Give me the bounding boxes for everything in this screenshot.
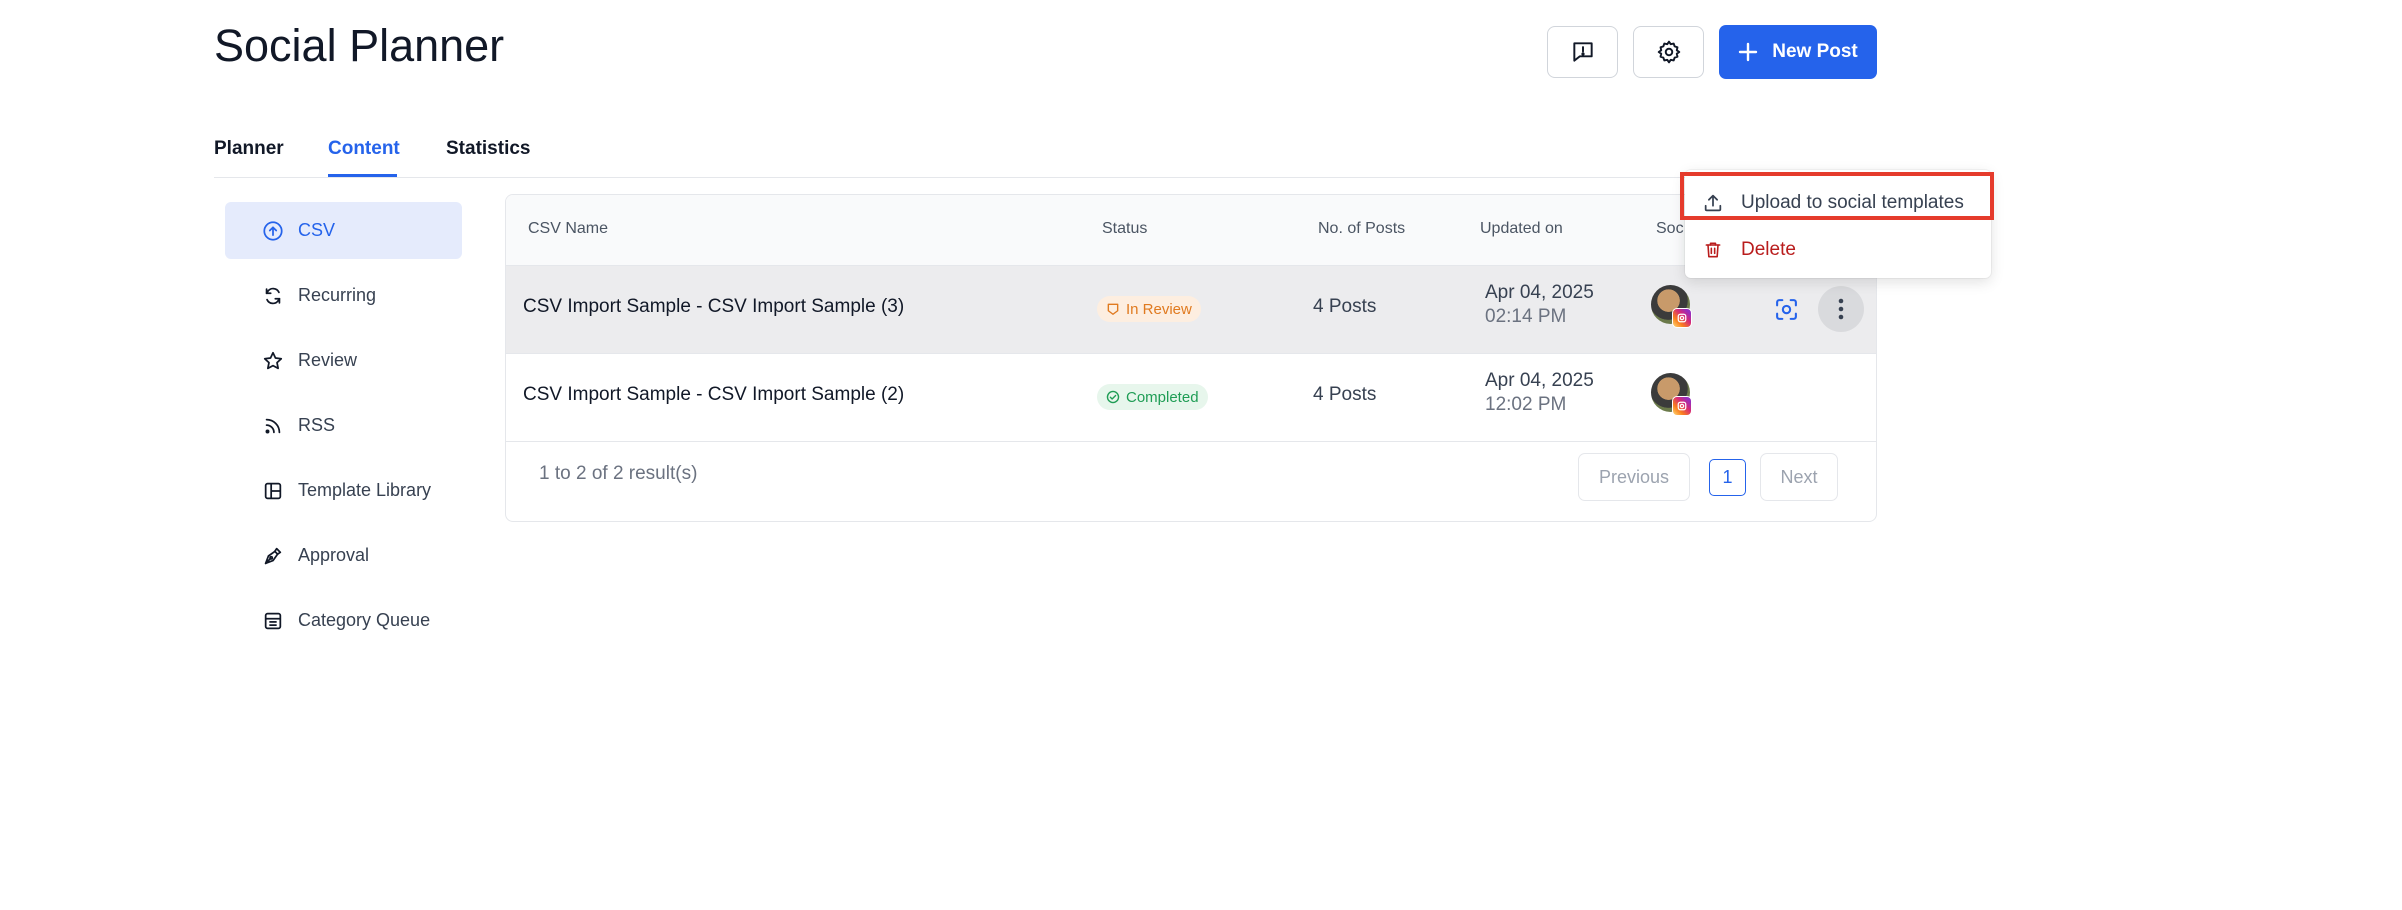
tab-content[interactable]: Content [328,138,400,160]
sidebar-item-review[interactable]: Review [225,332,462,389]
post-count: 4 Posts [1313,296,1377,317]
status-badge: In Review [1097,296,1201,322]
previous-page-button[interactable]: Previous [1578,453,1690,501]
feedback-button[interactable] [1547,26,1618,78]
sidebar-item-category-queue[interactable]: Category Queue [225,592,462,649]
column-header-updated-on: Updated on [1480,220,1563,237]
sidebar-item-rss[interactable]: RSS [225,397,462,454]
updated-on: Apr 04, 2025 02:14 PM [1485,282,1594,328]
sidebar-item-template-library[interactable]: Template Library [225,462,462,519]
status-badge: Completed [1097,384,1208,410]
more-vertical-icon [1838,298,1844,320]
updated-time: 02:14 PM [1485,306,1567,327]
next-page-button[interactable]: Next [1760,453,1838,501]
queue-icon [262,610,284,632]
instagram-icon [1672,396,1692,416]
csv-name: CSV Import Sample - CSV Import Sample (3… [523,296,905,317]
recurring-icon [262,285,284,307]
feedback-icon [1572,42,1593,62]
sidebar-item-label: Recurring [298,285,377,305]
rss-icon [262,415,284,437]
updated-time: 12:02 PM [1485,394,1567,415]
updated-date: Apr 04, 2025 [1485,282,1594,303]
gear-icon [1657,40,1680,64]
highlight-box [1680,172,1994,220]
updated-date: Apr 04, 2025 [1485,370,1594,391]
column-header-posts: No. of Posts [1318,220,1406,237]
page-number-button[interactable]: 1 [1709,459,1746,496]
sidebar-item-csv[interactable]: CSV [225,202,462,259]
sidebar-item-label: Template Library [298,480,432,500]
new-post-label: New Post [1772,41,1858,62]
sidebar-item-label: Approval [298,545,370,565]
csv-table-card: CSV Name Status No. of Posts Updated on … [505,194,1877,522]
template-icon [262,480,284,502]
sidebar-item-label: CSV [298,220,336,240]
sidebar-item-label: RSS [298,415,336,435]
tab-planner[interactable]: Planner [214,138,284,160]
updated-on: Apr 04, 2025 12:02 PM [1485,370,1594,416]
table-header: CSV Name Status No. of Posts Updated on … [506,195,1876,266]
column-header-status: Status [1102,220,1148,237]
table-row[interactable]: CSV Import Sample - CSV Import Sample (2… [506,354,1876,442]
star-icon [262,350,284,372]
delete-label: Delete [1741,239,1796,260]
check-circle-icon [1106,390,1120,404]
sidebar-item-approval[interactable]: Approval [225,527,462,584]
status-label: Completed [1126,388,1199,406]
status-label: In Review [1126,300,1192,318]
settings-button[interactable] [1633,26,1704,78]
sidebar-item-label: Category Queue [298,610,431,630]
active-tab-indicator [328,174,397,177]
column-header-csv-name: CSV Name [528,220,609,237]
column-header-social: Soc [1656,220,1684,237]
row-actions-button[interactable] [1818,286,1864,332]
trash-icon [1702,239,1724,261]
table-row[interactable]: CSV Import Sample - CSV Import Sample (3… [506,266,1876,354]
sidebar-item-recurring[interactable]: Recurring [225,267,462,324]
preview-scan-icon[interactable] [1774,297,1799,322]
pagination-summary: 1 to 2 of 2 result(s) [539,463,698,484]
plus-icon [1739,42,1758,62]
review-shield-icon [1107,303,1119,315]
post-count: 4 Posts [1313,384,1377,405]
upload-circle-icon [262,220,284,242]
instagram-icon [1672,308,1692,328]
csv-name: CSV Import Sample - CSV Import Sample (2… [523,384,905,405]
sidebar-item-label: Review [298,350,358,370]
new-post-button[interactable]: New Post [1719,25,1877,79]
approval-pen-icon [262,545,284,567]
delete-item[interactable]: Delete [1685,230,1991,270]
tab-bar: Planner Content Statistics [214,128,1877,178]
tab-statistics[interactable]: Statistics [446,138,530,160]
page-title: Social Planner [214,20,505,71]
